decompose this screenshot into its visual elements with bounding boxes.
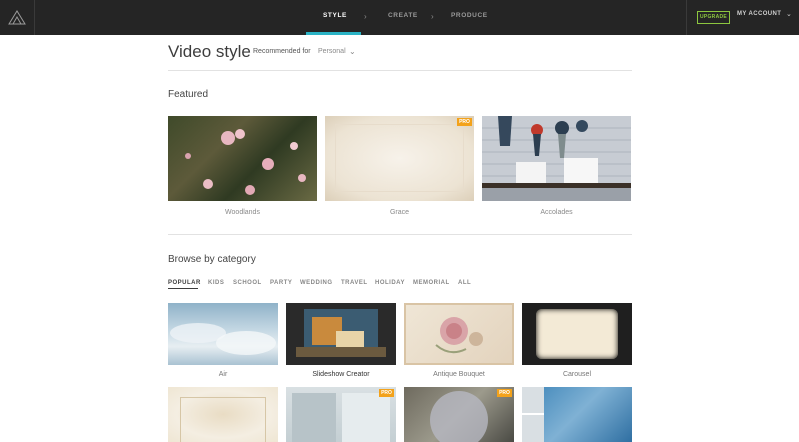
featured-caption: Woodlands	[225, 209, 260, 216]
style-tile-antique-bouquet[interactable]	[404, 303, 514, 365]
tile-panel	[342, 393, 390, 442]
category-tab-kids[interactable]: KIDS	[208, 280, 224, 286]
category-tab-wedding[interactable]: WEDDING	[300, 280, 333, 286]
category-tab-travel[interactable]: TRAVEL	[341, 280, 368, 286]
grace-frame	[335, 124, 464, 192]
style-tile-slideshow-creator[interactable]	[286, 303, 396, 365]
animoto-logo-icon	[8, 10, 26, 25]
style-tile[interactable]: PRO	[404, 387, 514, 442]
tile-circle	[430, 391, 488, 442]
page-title: Video style	[168, 42, 251, 61]
category-tab-all[interactable]: ALL	[458, 280, 471, 286]
active-step-indicator	[306, 32, 361, 35]
air-thumbnail	[170, 323, 276, 355]
featured-card-grace[interactable]: PRO	[325, 116, 474, 201]
category-tab-school[interactable]: SCHOOL	[233, 280, 262, 286]
recommended-select[interactable]: Personal	[318, 48, 346, 55]
category-tab-party[interactable]: PARTY	[270, 280, 292, 286]
tile-frame	[180, 397, 266, 442]
woodlands-thumbnail	[185, 129, 306, 195]
top-nav-bar: STYLE › CREATE › PRODUCE UPGRADE MY ACCO…	[0, 0, 799, 35]
tile-caption: Slideshow Creator	[312, 371, 370, 378]
recommended-label: Recommended for	[253, 48, 311, 55]
divider	[168, 70, 632, 71]
featured-card-accolades[interactable]	[482, 116, 631, 201]
antique-bouquet-thumbnail	[435, 317, 483, 354]
divider	[168, 234, 632, 235]
accolades-thumbnail	[482, 116, 631, 201]
category-tab-memorial[interactable]: MEMORIAL	[413, 280, 450, 286]
style-tile[interactable]	[522, 387, 632, 442]
logo[interactable]	[0, 0, 35, 35]
step-produce[interactable]: PRODUCE	[451, 12, 488, 19]
upgrade-button[interactable]: UPGRADE	[697, 11, 730, 24]
style-tile[interactable]	[168, 387, 278, 442]
tile-divider	[522, 413, 544, 415]
pro-badge: PRO	[457, 118, 472, 126]
featured-caption: Grace	[389, 209, 410, 216]
slideshow-creator-thumbnail	[296, 309, 386, 357]
pro-badge: PRO	[379, 389, 394, 397]
tile-panel	[292, 393, 336, 442]
carousel-frame	[536, 309, 618, 359]
featured-caption: Accolades	[540, 209, 573, 216]
style-tile-carousel[interactable]	[522, 303, 632, 365]
featured-card-woodlands[interactable]	[168, 116, 317, 201]
tile-caption: Antique Bouquet	[433, 371, 485, 378]
pro-badge: PRO	[497, 389, 512, 397]
style-tile-air[interactable]	[168, 303, 278, 365]
chevron-right-icon: ›	[431, 12, 434, 21]
tile-caption: Air	[218, 371, 228, 378]
category-tab-popular[interactable]: POPULAR	[168, 280, 201, 286]
nav-divider	[686, 0, 687, 35]
chevron-down-icon: ⌄	[786, 11, 792, 18]
browse-title: Browse by category	[168, 254, 256, 265]
chevron-right-icon: ›	[364, 12, 367, 21]
chevron-down-icon[interactable]: ⌄	[349, 47, 356, 56]
step-style[interactable]: STYLE	[323, 12, 347, 19]
step-create[interactable]: CREATE	[388, 12, 418, 19]
tile-caption: Carousel	[562, 371, 591, 378]
featured-title: Featured	[168, 89, 209, 100]
my-account-menu[interactable]: MY ACCOUNT	[737, 11, 781, 17]
style-tile[interactable]: PRO	[286, 387, 396, 442]
category-tab-holiday[interactable]: HOLIDAY	[375, 280, 405, 286]
active-category-indicator	[168, 288, 198, 289]
